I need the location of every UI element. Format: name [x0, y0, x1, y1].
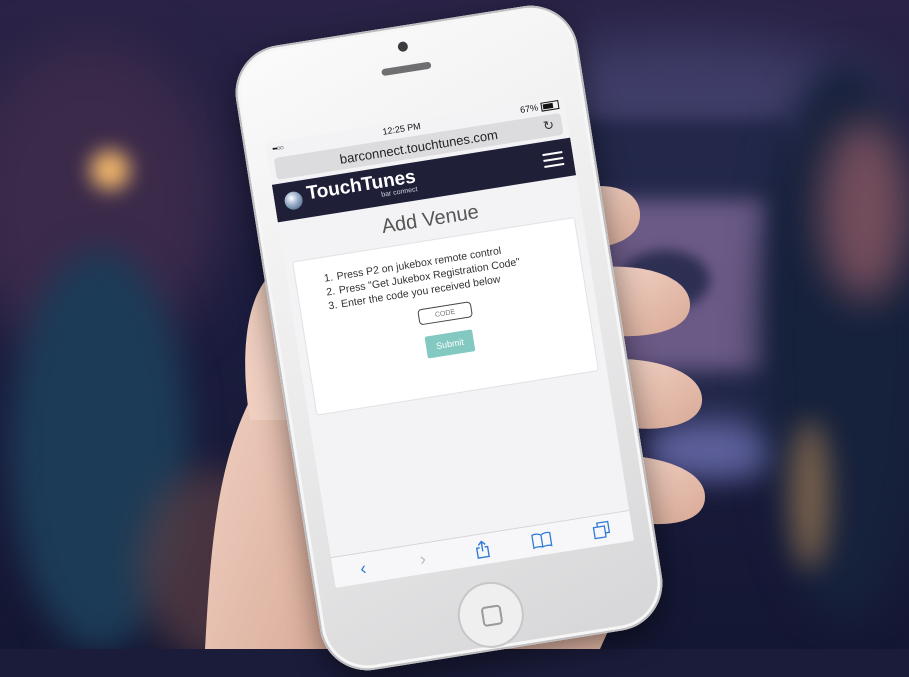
back-chevron-icon[interactable]: ‹ — [347, 556, 380, 581]
phone-screen: •••○○ 12:25 PM 67% barconnect.touchtunes… — [265, 96, 634, 588]
instruction-list: 1. Press P2 on jukebox remote control 2. P… — [323, 233, 573, 313]
bookmarks-icon[interactable] — [526, 530, 558, 550]
status-time: 12:25 PM — [381, 120, 422, 137]
signal-indicator: •••○○ — [271, 144, 284, 153]
add-venue-card: 1. Press P2 on jukebox remote control 2. P… — [292, 216, 599, 416]
battery-percent: 67% — [519, 102, 539, 115]
logo-globe-icon — [283, 190, 304, 211]
battery-status: 67% — [519, 99, 560, 115]
battery-icon — [540, 100, 560, 112]
touchtunes-logo[interactable]: TouchTunes bar connect — [283, 166, 418, 214]
hamburger-menu-icon[interactable] — [542, 150, 565, 168]
forward-chevron-icon[interactable]: › — [406, 546, 439, 571]
reload-icon[interactable]: ↻ — [542, 117, 555, 135]
tabs-icon[interactable] — [586, 519, 618, 541]
code-input[interactable] — [417, 301, 474, 326]
browser-toolbar: ‹ › — [330, 509, 634, 588]
submit-button[interactable]: Submit — [424, 329, 476, 359]
earpiece-speaker — [381, 61, 432, 77]
home-button[interactable] — [453, 577, 529, 653]
front-camera — [397, 40, 409, 53]
share-icon[interactable] — [466, 538, 498, 560]
